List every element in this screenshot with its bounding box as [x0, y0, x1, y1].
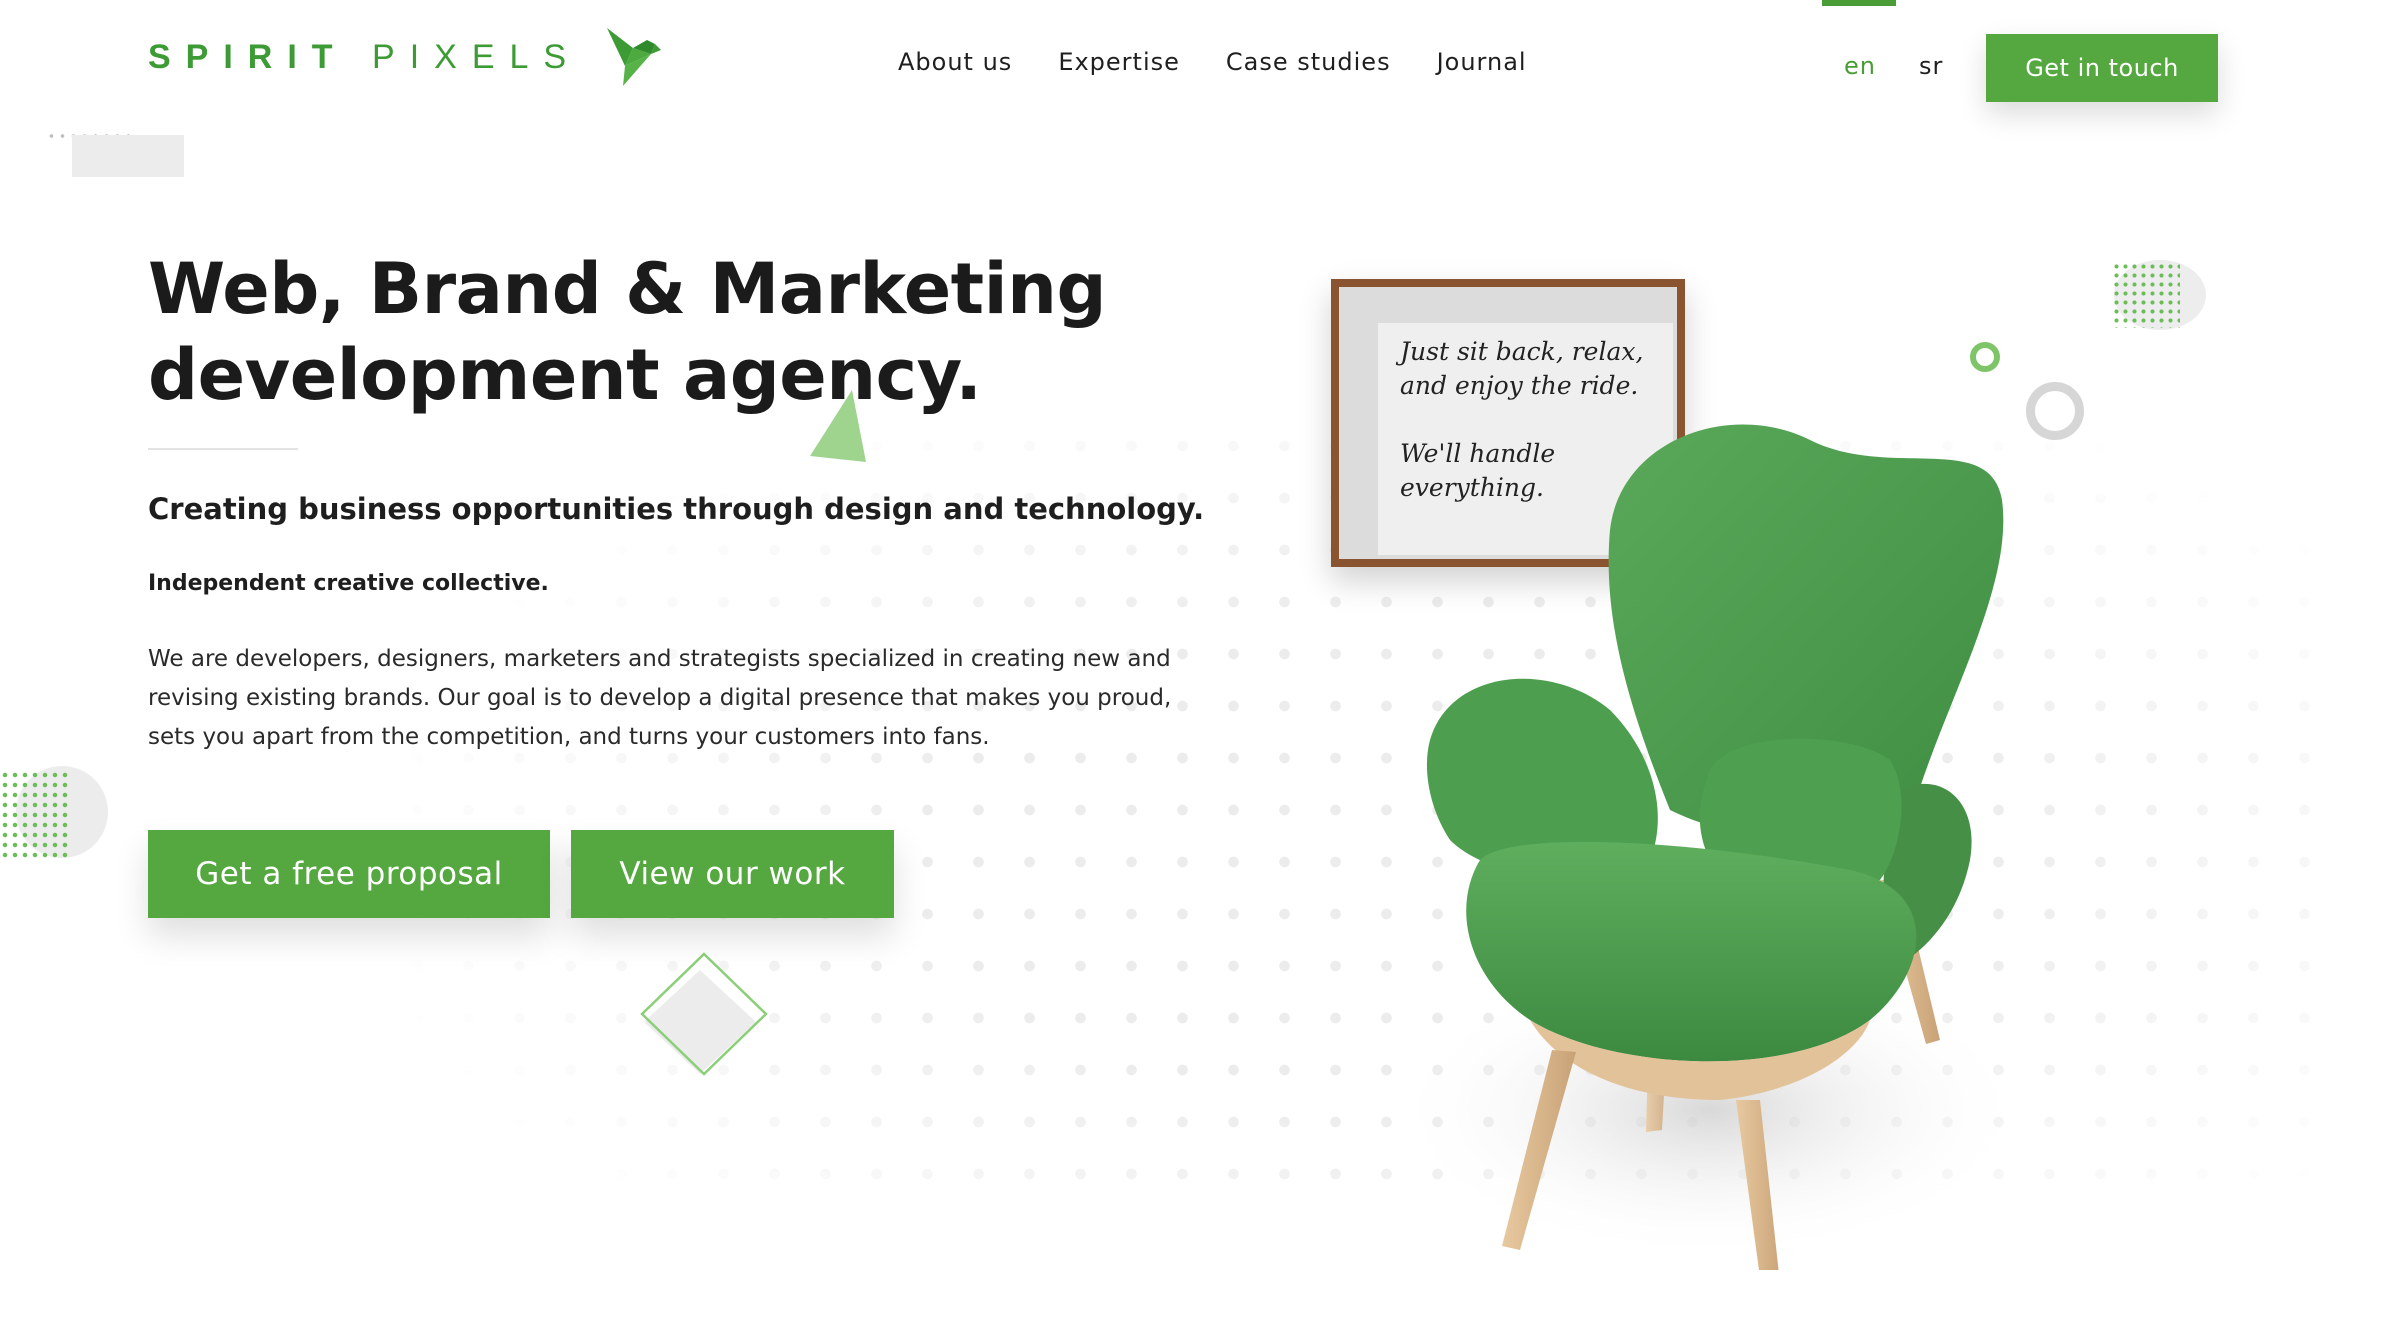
main-nav: About us Expertise Case studies Journal [898, 48, 1527, 76]
title-divider [148, 448, 298, 450]
hero-illustration: Just sit back, relax, and enjoy the ride… [1290, 270, 2050, 1270]
language-en[interactable]: en [1844, 52, 1876, 80]
active-language-indicator [1822, 0, 1896, 6]
language-sr[interactable]: sr [1919, 52, 1943, 80]
diamond-decoration [640, 952, 768, 1076]
hero-title: Web, Brand & Marketing development agenc… [148, 246, 1148, 418]
get-in-touch-button[interactable]: Get in touch [1986, 34, 2218, 102]
gray-rectangle-decoration [72, 135, 184, 177]
hero-subtitle: Creating business opportunities through … [148, 492, 1205, 526]
bird-logo-icon [607, 28, 662, 86]
nav-case-studies[interactable]: Case studies [1226, 48, 1391, 76]
logo[interactable]: SPIRIT PIXELS [148, 22, 663, 92]
green-dots-decoration-right [2112, 262, 2180, 328]
hero-tagline: Independent creative collective. [148, 571, 549, 596]
frame-quote-line-1: Just sit back, relax, [1400, 337, 1644, 366]
hero-title-line-1: Web, Brand & Marketing [148, 248, 1107, 330]
green-armchair-icon [1390, 424, 2030, 1270]
hero-description: We are developers, designers, marketers … [148, 646, 1172, 750]
frame-quote-line-2: and enjoy the ride. [1400, 371, 1639, 400]
nav-expertise[interactable]: Expertise [1058, 48, 1180, 76]
nav-journal[interactable]: Journal [1437, 48, 1527, 76]
view-our-work-button[interactable]: View our work [571, 830, 894, 918]
nav-about-us[interactable]: About us [898, 48, 1012, 76]
green-dots-decoration-left [0, 770, 70, 858]
get-free-proposal-button[interactable]: Get a free proposal [148, 830, 550, 918]
site-header: SPIRIT PIXELS About us Expertise Case st… [0, 0, 2381, 130]
logo-wordmark: SPIRIT PIXELS [148, 37, 582, 76]
hero-title-line-2: development agency. [148, 334, 982, 416]
